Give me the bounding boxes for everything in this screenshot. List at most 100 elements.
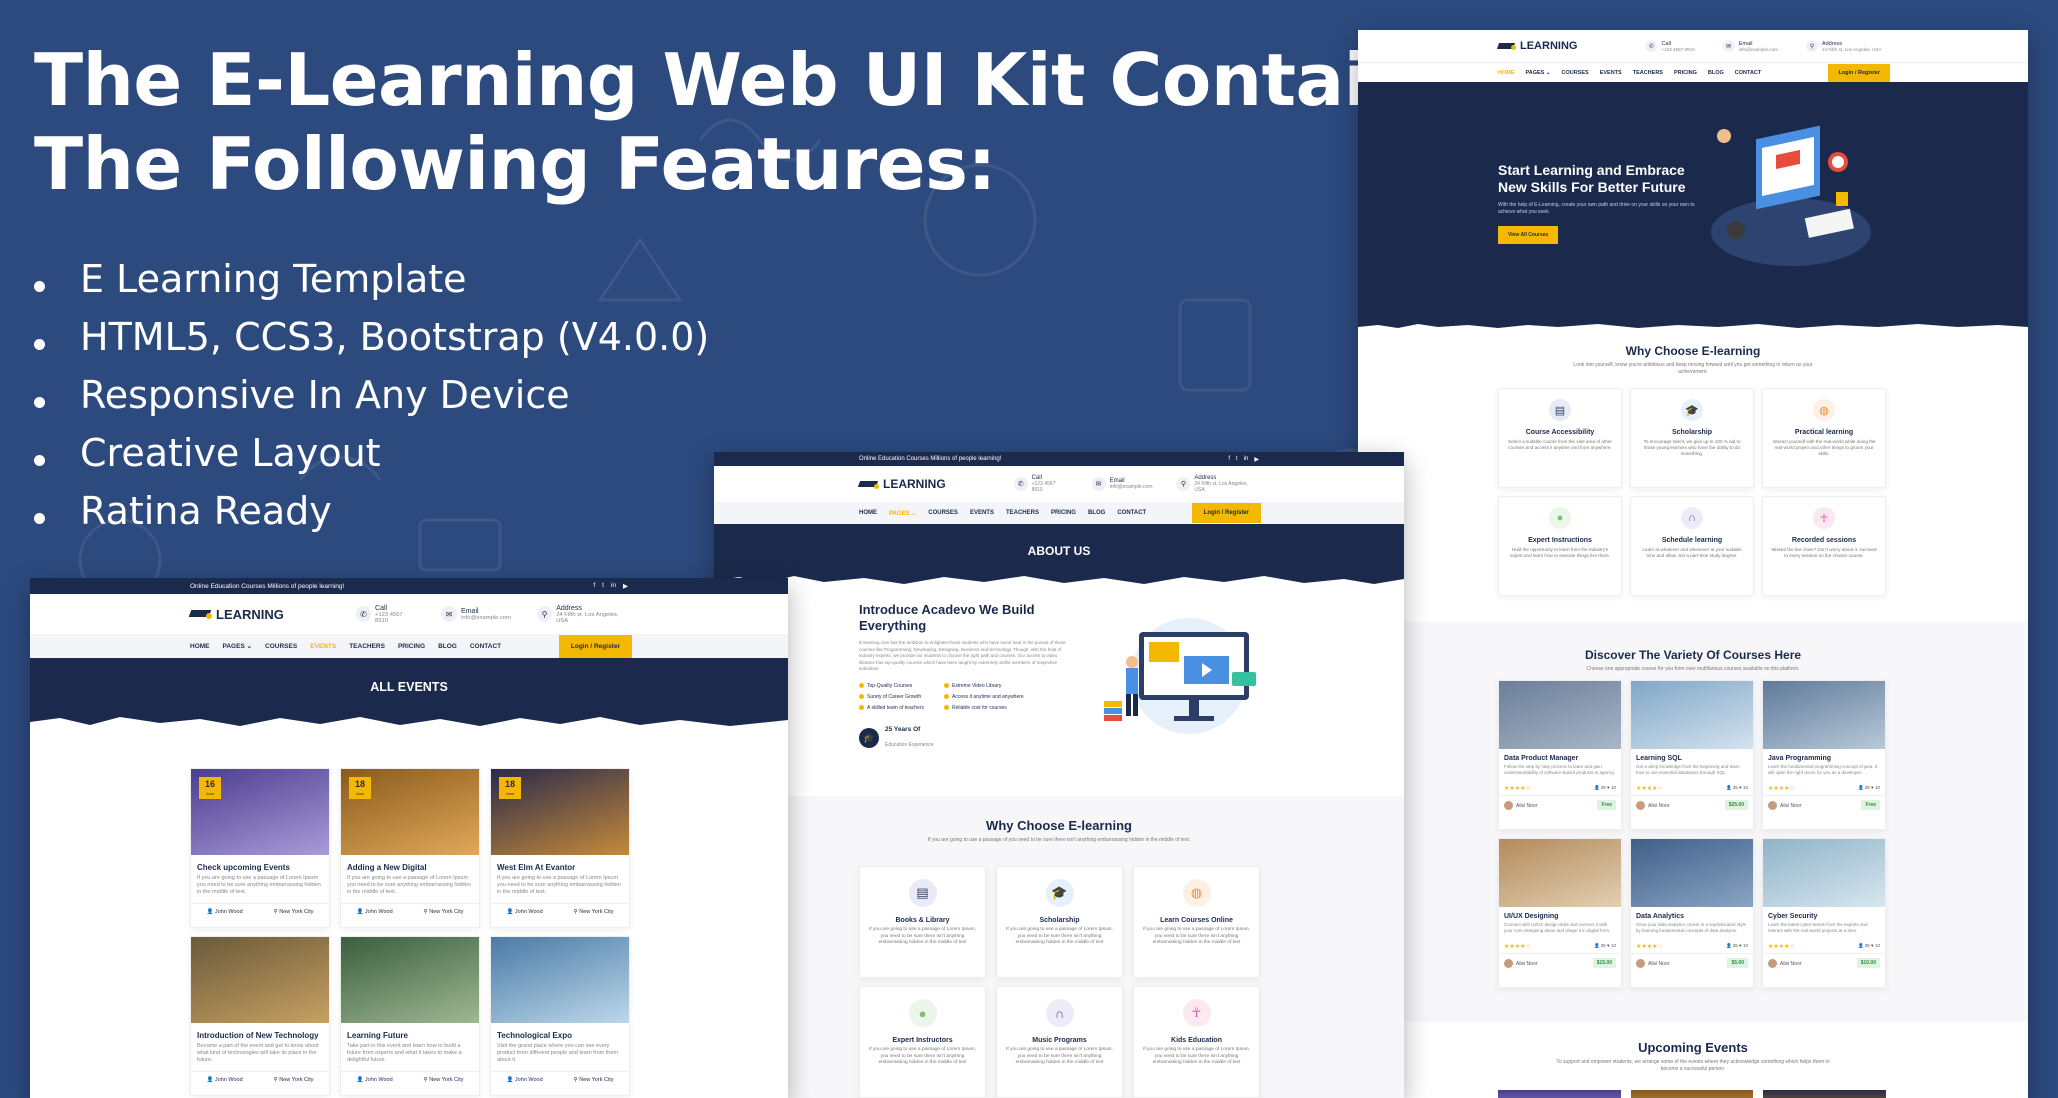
login-register-button[interactable]: Login / Register [1828,63,1890,82]
nav-home[interactable]: HOME [859,510,877,516]
nav-blog[interactable]: BLOG [438,643,457,650]
feature-card[interactable]: ∩ Music Programs If you are going to use a… [996,986,1123,1098]
nav-blog[interactable]: BLOG [1088,510,1105,516]
course-card[interactable]: Cyber Security Learn the latest cyber tre… [1762,838,1886,988]
checklist-item: Surety of Career Growth [859,694,924,700]
event-card[interactable]: 18 June West Elm At Evantor If you are goin… [490,768,630,928]
course-card[interactable]: Data Product Manager Follow the step by s… [1498,680,1622,830]
intro-illustration [1104,618,1256,734]
email-info: ✉ Email info@example.com [1091,477,1152,491]
nav-pricing[interactable]: PRICING [398,643,425,650]
events-header: LEARNING ✆ Call +123 4567 8910 ✉ Email info@… [30,594,788,634]
logo[interactable]: LEARNING [1496,40,1577,52]
nav-pages[interactable]: PAGES ⌄ [889,510,916,517]
linkedin-icon[interactable]: in [1244,456,1249,463]
checklist-item: Reliable cost for courses [943,705,1024,711]
course-card[interactable]: Java Programming Learn the fundamental pr… [1762,680,1886,830]
checklist-item: A skilled team of teachers [859,705,924,711]
nav-courses[interactable]: COURSES [928,510,958,516]
feature-item: E Learning Template [34,250,709,308]
event-meta: 👤 John Wood ⚲ New York City [191,903,329,920]
feature-card[interactable]: ◍ Learn Courses Online If you are going to… [1133,866,1260,978]
feature-card[interactable]: ☥ Kids Education If you are going to use a… [1133,986,1260,1098]
page-title: ALL EVENTS [370,680,448,694]
nav-home[interactable]: HOME [1498,70,1515,76]
event-date-badge: 18 June [349,777,371,799]
feature-card[interactable]: 🎓 Scholarship To encourage talent, we give… [1630,388,1754,488]
twitter-icon[interactable]: t [1236,456,1238,463]
feature-card[interactable]: ∩ Schedule learning Learn at whatever and … [1630,496,1754,596]
check-icon [859,705,864,710]
nav-courses[interactable]: COURSES [1561,70,1588,76]
event-card[interactable]: 18 June Adding a New Digital If you are goi… [340,768,480,928]
course-card[interactable]: Learning SQL Get a deep knowledge from th… [1630,680,1754,830]
nav-events[interactable]: EVENTS [970,510,994,516]
facebook-icon[interactable]: f [1228,456,1230,463]
section-subtitle: Choose one appropriate course for you fr… [1586,666,1800,672]
event-card[interactable]: Technological Expo Visit the grand place … [490,936,630,1096]
feature-card[interactable]: ● Expert Instructors If you are going to u… [859,986,986,1098]
headline: The E-Learning Web UI Kit Contains The F… [34,38,1461,206]
nav-contact[interactable]: CONTACT [1117,510,1146,516]
event-card[interactable]: 16 June Check upcoming Events If you are go… [190,768,330,928]
feature-card[interactable]: ▤ Books & Library If you are going to use … [859,866,986,978]
section-title: Discover The Variety Of Courses Here [1584,648,1802,662]
check-icon [859,683,864,688]
nav-courses[interactable]: COURSES [265,643,297,650]
course-card[interactable]: UI/UX Designing Connect with UI/UX design… [1498,838,1622,988]
event-thumb [1630,1090,1754,1098]
why-choose-section: Why Choose E-learning Look into yourself… [1358,330,2028,622]
events-banner: ALL EVENTS [30,658,788,729]
youtube-icon[interactable]: ▶ [1254,456,1259,463]
about-banner: ABOUT US [714,524,1404,587]
check-icon [943,705,949,710]
call-info: ✆ Call +123 4567 8910 [1645,40,1695,52]
bullet-icon [34,396,45,408]
feature-card[interactable]: ▤ Course Accessibility Select a suitable c… [1498,388,1622,488]
course-stats: 👤 35 ♥ 10 [1725,785,1748,790]
feature-item: Creative Layout [34,424,709,482]
nav-contact[interactable]: CONTACT [470,643,501,650]
nav-home[interactable]: HOME [190,643,210,650]
nav-pages[interactable]: PAGES ⌄ [223,642,253,650]
youtube-icon[interactable]: ▶ [623,582,628,590]
nav-pricing[interactable]: PRICING [1051,510,1076,516]
feature-card[interactable]: 🎓 Scholarship If you are going to use a pa… [996,866,1123,978]
feature-item: Responsive In Any Device [34,366,709,424]
facebook-icon[interactable]: f [593,582,595,590]
login-register-button[interactable]: Login / Register [558,634,632,658]
hero-title: Start Learning and Embrace New Skills For… [1498,162,1686,195]
nav-teachers[interactable]: TEACHERS [1633,70,1663,76]
twitter-icon[interactable]: t [602,582,604,590]
nav-teachers[interactable]: TEACHERS [349,643,385,650]
logo[interactable]: LEARNING [188,607,284,622]
view-all-courses-button[interactable]: View All Courses [1498,226,1559,244]
check-icon [943,694,949,699]
event-card[interactable]: Introduction of New Technology Become a p… [190,936,330,1096]
call-info: ✆ Call +123 4567 8910 [355,605,415,624]
logo[interactable]: LEARNING [857,477,946,491]
about-nav: HOME PAGES ⌄ COURSES EVENTS TEACHERS PRI… [714,502,1404,524]
event-image: 16 June [191,769,329,855]
social-links: f t in ▶ [1228,456,1259,463]
course-footer: Alisi Noor $10.00 [1763,953,1885,972]
location-pin-icon: ⚲ [1805,40,1818,52]
nav-pricing[interactable]: PRICING [1674,70,1697,76]
user-icon: 👤 [356,909,365,915]
nav-contact[interactable]: CONTACT [1735,70,1761,76]
feature-card[interactable]: ☥ Recorded sessions Missed the live class?… [1762,496,1886,596]
address-info: ⚲ Address 24 Fifth st, Los Angeles, USA [537,605,628,624]
feature-card[interactable]: ● Expert Instructions Hold the opportunity… [1498,496,1622,596]
avatar [1768,800,1777,810]
course-card[interactable]: Data Analytics Grow your data analytics c… [1630,838,1754,988]
login-register-button[interactable]: Login / Register [1191,503,1261,523]
nav-pages[interactable]: PAGES ⌄ [1526,70,1551,76]
nav-blog[interactable]: BLOG [1708,70,1724,76]
event-card[interactable]: Learning Future Take part in this event a… [340,936,480,1096]
price-badge: Free [1861,800,1880,810]
nav-events[interactable]: EVENTS [1600,70,1622,76]
feature-card[interactable]: ◍ Practical learning Interact yourself wit… [1762,388,1886,488]
nav-events[interactable]: EVENTS [310,643,336,650]
linkedin-icon[interactable]: in [611,582,616,590]
nav-teachers[interactable]: TEACHERS [1006,510,1039,516]
